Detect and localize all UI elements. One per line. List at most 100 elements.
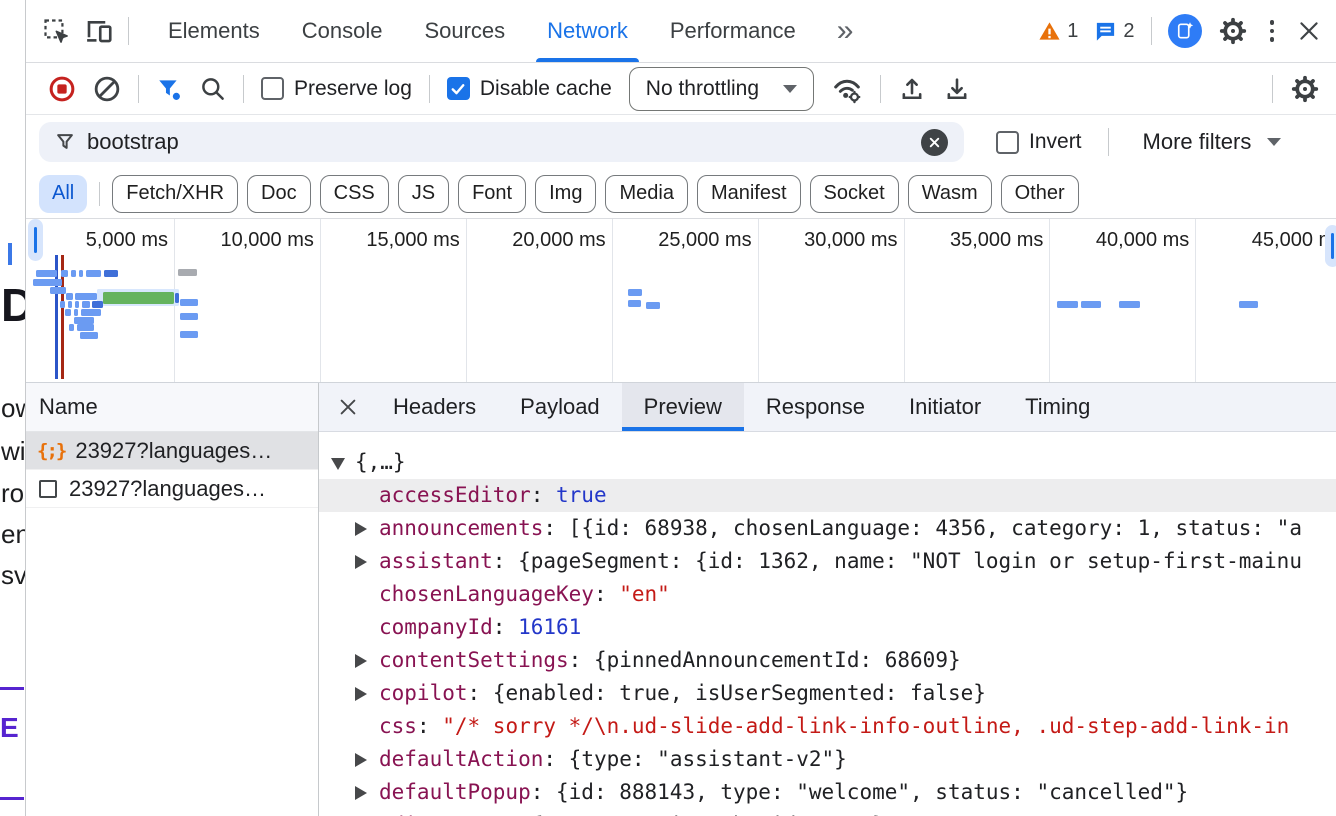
json-tree-row[interactable]: chosenLanguageKey: "en" <box>319 578 1336 611</box>
type-chip-font[interactable]: Font <box>458 174 527 213</box>
clear-filter-icon[interactable] <box>921 128 948 156</box>
type-chip-img[interactable]: Img <box>535 174 597 213</box>
more-tabs-icon[interactable]: » <box>831 16 860 46</box>
request-detail-pane: Headers Payload Preview Response Initiator Ti… <box>319 383 1336 816</box>
detail-tab-preview[interactable]: Preview <box>621 383 744 431</box>
message-bubble-icon <box>1094 20 1117 43</box>
device-toolbar-icon[interactable] <box>84 16 114 46</box>
page-heading-fragment: Dr <box>1 279 25 331</box>
overview-left-handle[interactable] <box>28 219 43 261</box>
json-tree-row-content: contentSettings: {pinnedAnnouncementId: … <box>319 648 961 672</box>
json-key: defaultAction <box>379 747 544 771</box>
more-options-kebab-icon[interactable] <box>1264 20 1281 42</box>
more-filters-button[interactable]: More filters <box>1143 129 1282 155</box>
json-tree-row[interactable]: announcements: [{id: 68938, chosenLangua… <box>319 512 1336 545</box>
console-message-counter[interactable]: 2 <box>1094 20 1135 43</box>
network-filter-input[interactable]: bootstrap <box>39 122 964 162</box>
request-row[interactable]: 23927?languages… <box>26 470 318 508</box>
main-tab-elements[interactable]: Elements <box>147 0 281 62</box>
json-tree-row[interactable]: editorUser: {name: "Mario Schneider-Lo"} <box>319 809 1336 816</box>
json-key: defaultPopup <box>379 780 531 804</box>
detail-tab-initiator[interactable]: Initiator <box>887 383 1003 431</box>
filter-row: bootstrap Invert More filters <box>26 115 1336 169</box>
json-key: contentSettings <box>379 648 569 672</box>
json-tree-row[interactable]: defaultPopup: {id: 888143, type: "welcom… <box>319 776 1336 809</box>
request-name: 23927?languages… <box>75 437 273 463</box>
type-chip-media[interactable]: Media <box>605 174 688 213</box>
network-overview-timeline[interactable]: 5,000 ms 10,000 ms 15,000 ms 20,000 ms 25,00… <box>26 219 1336 383</box>
type-chip-fetch-xhr[interactable]: Fetch/XHR <box>112 174 239 213</box>
request-row[interactable]: {;} 23927?languages… <box>26 432 318 470</box>
type-chip-all[interactable]: All <box>39 174 88 213</box>
json-tree-row-content: assistant: {pageSegment: {id: 1362, name… <box>319 549 1302 573</box>
type-chip-manifest[interactable]: Manifest <box>696 174 801 213</box>
json-number-value: 16161 <box>518 615 582 639</box>
timeline-tick-label: 15,000 ms <box>366 229 460 251</box>
json-tree-row[interactable]: assistant: {pageSegment: {id: 1362, name… <box>319 545 1336 578</box>
json-tree-row[interactable]: css: "/* sorry */\n.ud-slide-add-link-in… <box>319 710 1336 743</box>
close-detail-icon[interactable] <box>325 383 371 431</box>
expander-open-icon[interactable] <box>331 447 355 480</box>
toolbar-divider <box>880 74 882 103</box>
json-tree-row-content: copilot: {enabled: true, isUserSegmented… <box>319 681 986 705</box>
toolbar-divider <box>1107 128 1109 156</box>
json-plain-text: : <box>543 516 569 540</box>
name-column-header[interactable]: Name <box>26 383 318 432</box>
type-chip-js[interactable]: JS <box>397 174 450 213</box>
json-tree-row[interactable]: companyId: 16161 <box>319 611 1336 644</box>
expander-closed-icon[interactable] <box>355 546 379 579</box>
detail-tab-payload[interactable]: Payload <box>498 383 622 431</box>
settings-gear-icon[interactable] <box>1218 16 1248 46</box>
import-har-icon[interactable] <box>898 75 926 103</box>
waterfall-bar <box>180 299 198 306</box>
close-devtools-icon[interactable] <box>1296 18 1322 44</box>
json-key: announcements <box>379 516 544 540</box>
main-tab-console[interactable]: Console <box>281 0 404 62</box>
type-chip-other[interactable]: Other <box>1000 174 1079 213</box>
search-icon[interactable] <box>199 75 226 102</box>
type-chip-css[interactable]: CSS <box>319 174 389 213</box>
type-chip-wasm[interactable]: Wasm <box>907 174 992 213</box>
inspect-element-icon[interactable] <box>42 17 70 45</box>
waterfall-bar <box>1119 301 1140 308</box>
expander-closed-icon[interactable] <box>355 645 379 678</box>
issues-warning-counter[interactable]: 1 <box>1038 20 1078 43</box>
type-chip-doc[interactable]: Doc <box>247 174 311 213</box>
invert-filter-checkbox[interactable]: Invert <box>996 130 1082 154</box>
detail-tab-response[interactable]: Response <box>744 383 887 431</box>
filter-funnel-icon[interactable] <box>156 76 182 102</box>
json-tree-row[interactable]: accessEditor: true <box>319 479 1336 512</box>
expander-closed-icon[interactable] <box>355 810 379 816</box>
preserve-log-checkbox[interactable]: Preserve log <box>261 77 412 101</box>
overview-right-handle[interactable] <box>1325 225 1336 267</box>
waterfall-bar <box>71 270 76 277</box>
expander-closed-icon[interactable] <box>355 513 379 546</box>
waterfall-bar <box>79 270 83 277</box>
json-tree-row[interactable]: {,…} <box>319 446 1336 479</box>
expander-closed-icon[interactable] <box>355 678 379 711</box>
expander-closed-icon[interactable] <box>355 744 379 777</box>
clear-network-log-icon[interactable] <box>93 75 121 103</box>
timeline-gridline <box>1195 219 1197 382</box>
network-settings-gear-icon[interactable] <box>1290 74 1320 104</box>
main-tab-sources[interactable]: Sources <box>403 0 526 62</box>
network-conditions-icon[interactable] <box>831 73 863 105</box>
detail-tab-headers[interactable]: Headers <box>371 383 498 431</box>
main-tab-network[interactable]: Network <box>526 0 649 62</box>
waterfall-bar <box>628 300 641 307</box>
json-tree-row[interactable]: contentSettings: {pinnedAnnouncementId: … <box>319 644 1336 677</box>
json-tree-row[interactable]: defaultAction: {type: "assistant-v2"} <box>319 743 1336 776</box>
ai-assistance-icon[interactable] <box>1167 14 1202 48</box>
disable-cache-checkbox[interactable]: Disable cache <box>446 77 612 101</box>
type-chip-socket[interactable]: Socket <box>809 174 899 213</box>
export-har-icon[interactable] <box>943 75 971 103</box>
main-tab-performance[interactable]: Performance <box>649 0 817 62</box>
record-network-log-icon[interactable] <box>48 75 76 103</box>
json-tree-row[interactable]: copilot: {enabled: true, isUserSegmented… <box>319 677 1336 710</box>
json-plain-text: : <box>593 582 620 606</box>
throttling-select[interactable]: No throttling <box>628 66 815 111</box>
expander-closed-icon[interactable] <box>355 777 379 810</box>
detail-tab-timing[interactable]: Timing <box>1003 383 1112 431</box>
doc-file-icon <box>39 479 57 498</box>
json-plain-text: {id: 888143, type: "welcome", status: "c… <box>556 780 1189 804</box>
